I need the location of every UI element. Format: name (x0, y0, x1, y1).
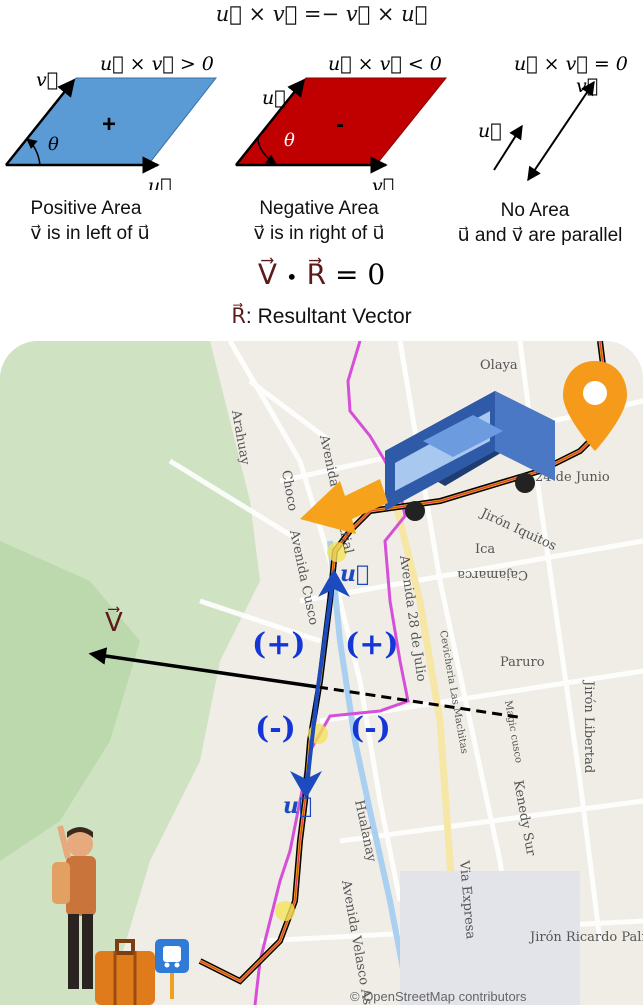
negative-subtitle: v⃗ is in right of u⃗ (253, 223, 385, 244)
negative-title: Negative Area (259, 198, 379, 219)
cross-product-diagrams: u⃗ × v⃗ > 0 v⃗ u⃗ θ + u⃗ × v⃗ < 0 u⃗ v⃗ … (4, 53, 628, 190)
street-label: Jirón Libertad (581, 679, 596, 773)
cross-product-identity: u⃗ × v⃗ =− v⃗ × u⃗ (215, 2, 428, 26)
dot-r-symbol: R⃗ (306, 258, 327, 291)
stop-marker (275, 901, 295, 921)
dot-equals-zero: = 0 (334, 258, 386, 291)
parallel-condition: u⃗ × v⃗ = 0 (514, 53, 628, 75)
negative-v-label: v⃗ (372, 175, 394, 190)
sign-upper-left: (+) (252, 627, 306, 662)
resultant-v-label: V⃗ (105, 606, 123, 638)
positive-condition: u⃗ × v⃗ > 0 (100, 53, 214, 75)
negative-condition: u⃗ × v⃗ < 0 (328, 53, 442, 75)
resultant-legend: R⃗: Resultant Vector (0, 304, 643, 329)
street-label: Cajamarca (457, 567, 528, 582)
map-u-label-top: u⃗ (340, 561, 369, 587)
sign-upper-right: (+) (345, 627, 399, 662)
negative-angle: θ (284, 130, 295, 151)
sign-lower-right: (-) (350, 711, 391, 746)
negative-sign: - (336, 111, 344, 138)
parallel-u-label: u⃗ (478, 120, 502, 142)
resultant-text: : Resultant Vector (245, 305, 412, 328)
positive-sign: + (102, 111, 116, 138)
map-u-label-bottom: u⃗ (283, 793, 312, 819)
street-label: Ica (475, 542, 495, 557)
street-label: Jirón Ricardo Palma (528, 930, 643, 945)
negative-u-label: u⃗ (262, 87, 286, 109)
positive-v-label: v⃗ (36, 69, 58, 91)
street-label: Paruro (500, 655, 545, 670)
dot-v-symbol: V⃗ (257, 258, 277, 291)
dot-product-equation: V⃗ • R⃗ = 0 (0, 258, 643, 291)
map-attribution: © OpenStreetMap contributors (350, 989, 527, 1004)
positive-u-label: u⃗ (148, 175, 172, 190)
parallel-v-label: v⃗ (576, 75, 598, 97)
map-panel[interactable]: Arahuay Avenida Industrial Avenida Cusco… (0, 341, 643, 1005)
positive-subtitle: v⃗ is in left of u⃗ (30, 223, 150, 244)
sign-lower-left: (-) (255, 711, 296, 746)
resultant-symbol: R⃗ (231, 304, 246, 328)
positive-title: Positive Area (30, 198, 142, 219)
parallel-subtitle: u⃗ and v⃗ are parallel (457, 225, 623, 246)
positive-angle: θ (48, 134, 59, 155)
parallel-title: No Area (500, 200, 570, 221)
dot-operator: • (285, 265, 298, 289)
street-label: Olaya (480, 358, 518, 373)
map-canvas: Arahuay Avenida Industrial Avenida Cusco… (0, 341, 643, 1005)
